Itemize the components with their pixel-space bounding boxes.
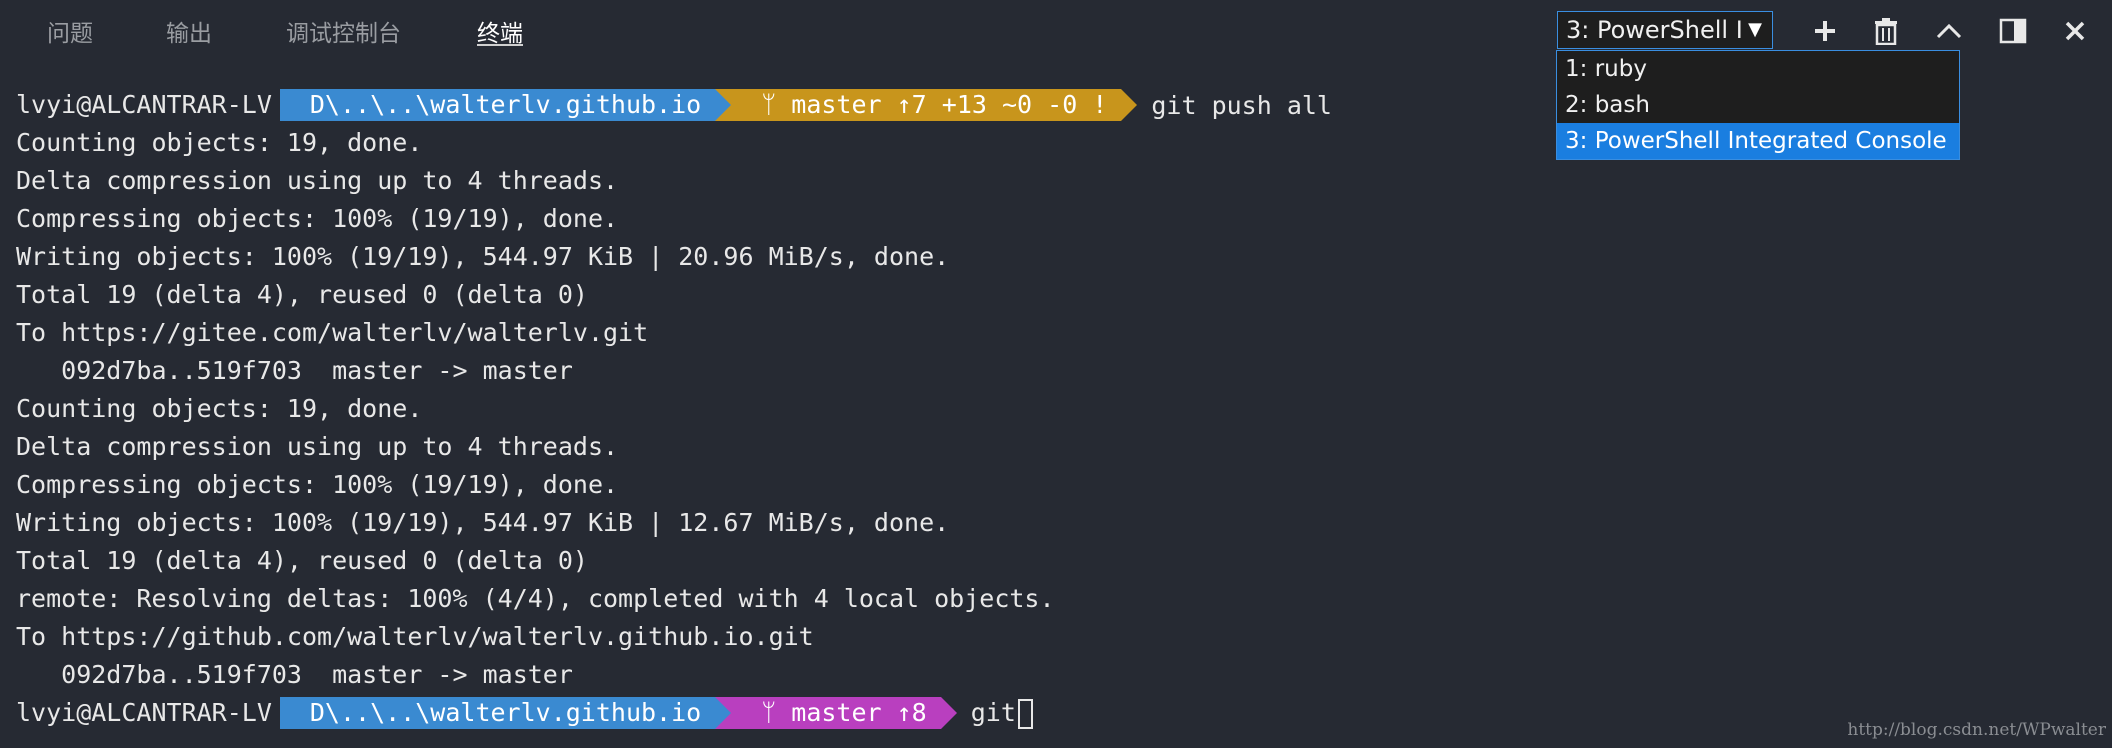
prompt-separator [1121,89,1138,121]
output-line: Compressing objects: 100% (19/19), done. [16,470,619,499]
prompt-separator [715,89,732,121]
dropdown-option-ruby[interactable]: 1: ruby [1557,51,1959,87]
output-line: Compressing objects: 100% (19/19), done. [16,204,619,233]
output-line: Total 19 (delta 4), reused 0 (delta 0) [16,546,588,575]
terminal-cursor [1017,698,1033,729]
prompt-separator [940,697,957,729]
prompt-path: D\..\..\walterlv.github.io [279,697,716,729]
prompt-command: git push all [1151,90,1332,120]
prompt-line: lvyi@ALCANTRAR-LV D\..\..\walterlv.githu… [16,694,2112,732]
prompt-path: D\..\..\walterlv.github.io [279,89,716,121]
prompt-command-text: git [970,697,1016,727]
plus-icon[interactable] [1808,14,1842,48]
terminal-output[interactable]: lvyi@ALCANTRAR-LV D\..\..\walterlv.githu… [16,86,2112,732]
prompt-line: lvyi@ALCANTRAR-LV D\..\..\walterlv.githu… [16,86,2112,124]
chevron-down-icon: ▼ [1748,19,1762,40]
output-line: Counting objects: 19, done. [16,394,423,423]
prompt-separator [715,697,732,729]
prompt-git-status: ᛘ master ↑7 +13 ~0 -0 ! [731,89,1122,121]
output-line: Writing objects: 100% (19/19), 544.97 Ki… [16,242,950,271]
output-line: Writing objects: 100% (19/19), 544.97 Ki… [16,508,950,537]
output-line: To https://github.com/walterlv/walterlv.… [16,622,814,651]
prompt-git-status: ᛘ master ↑8 [731,697,941,729]
output-line: Counting objects: 19, done. [16,128,423,157]
output-line: remote: Resolving deltas: 100% (4/4), co… [16,584,1055,613]
prompt-user: lvyi@ALCANTRAR-LV [16,698,272,727]
tab-terminal[interactable]: 终端 [477,0,523,60]
output-line: 092d7ba..519f703 master -> master [16,660,573,689]
terminal-select-value: 3: PowerShell I [1566,16,1742,44]
split-panel-icon[interactable] [1996,14,2030,48]
output-line: To https://gitee.com/walterlv/walterlv.g… [16,318,649,347]
output-line: Delta compression using up to 4 threads. [16,432,619,461]
prompt-command[interactable]: git [957,698,1033,729]
output-line: Delta compression using up to 4 threads. [16,166,619,195]
close-icon[interactable] [2058,14,2092,48]
watermark: http://blog.csdn.net/WPwalter [1847,720,2106,740]
output-line: Total 19 (delta 4), reused 0 (delta 0) [16,280,588,309]
tab-problems[interactable]: 问题 [47,0,93,60]
trash-icon[interactable] [1869,14,1903,48]
chevron-up-icon[interactable] [1932,14,1966,48]
tab-debug-console[interactable]: 调试控制台 [286,0,401,60]
tab-output[interactable]: 输出 [166,0,212,60]
terminal-select[interactable]: 3: PowerShell I ▼ [1557,11,1773,49]
output-line: 092d7ba..519f703 master -> master [16,356,573,385]
prompt-user: lvyi@ALCANTRAR-LV [16,90,272,119]
